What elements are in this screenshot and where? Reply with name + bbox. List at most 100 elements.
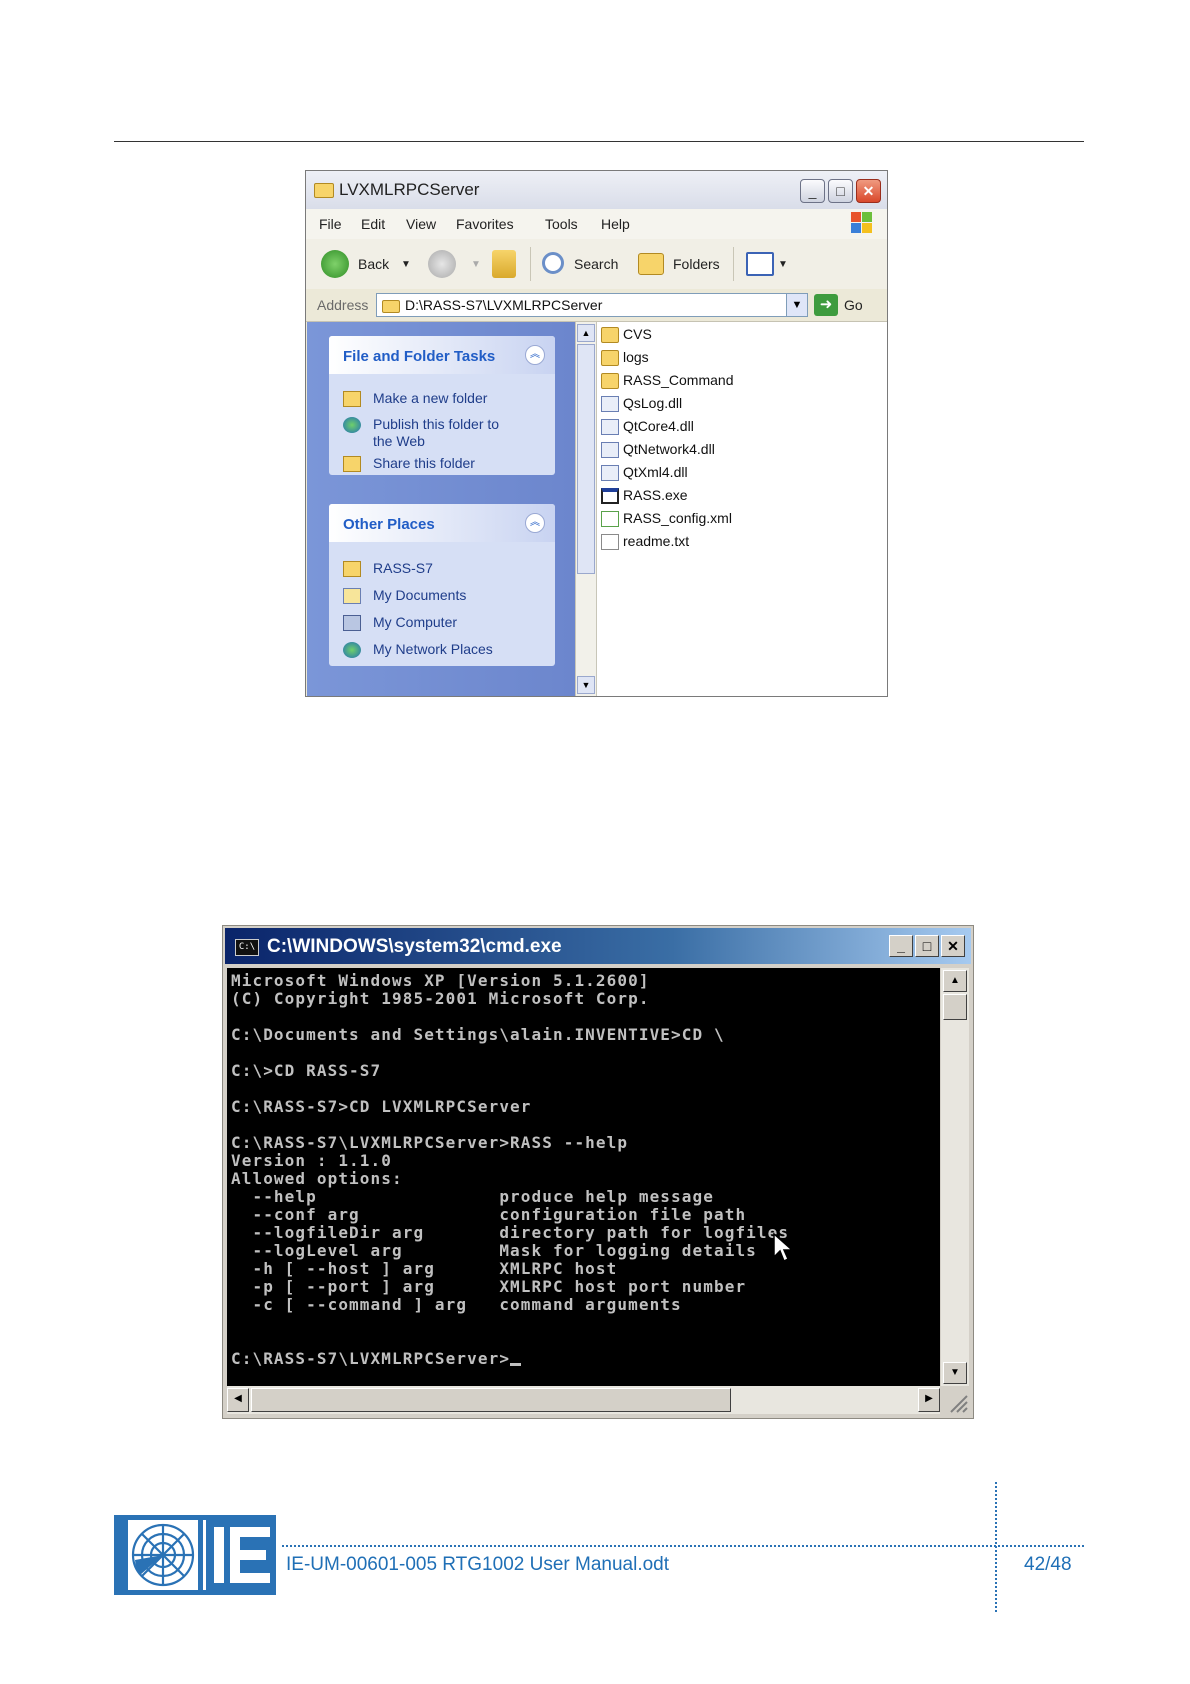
scroll-down-arrow-icon[interactable]: ▼	[577, 676, 595, 694]
file-name: CVS	[623, 326, 652, 342]
address-dropdown-icon[interactable]: ▼	[786, 294, 807, 316]
go-arrow-icon[interactable]: ➜	[814, 294, 838, 316]
file-name: readme.txt	[623, 533, 690, 549]
scroll-up-arrow-icon[interactable]: ▲	[577, 324, 595, 342]
menu-file[interactable]: File	[319, 216, 342, 232]
folder-icon	[382, 300, 400, 313]
console-text: Microsoft Windows XP [Version 5.1.2600] …	[231, 971, 790, 1368]
dll-file-icon	[601, 442, 619, 458]
explorer-window[interactable]: LVXMLRPCServer _ □ ✕ File Edit View Favo…	[305, 170, 888, 697]
console-output[interactable]: Microsoft Windows XP [Version 5.1.2600] …	[227, 968, 940, 1386]
collapse-chevron-icon[interactable]: ︽	[525, 345, 545, 365]
go-button[interactable]: Go	[844, 297, 863, 313]
search-button[interactable]: Search	[574, 256, 618, 272]
forward-arrow-icon[interactable]	[428, 250, 456, 278]
globe-icon	[343, 417, 361, 433]
scroll-thumb[interactable]	[251, 1388, 731, 1412]
folders-icon[interactable]	[638, 253, 664, 275]
address-label: Address	[317, 297, 369, 313]
file-name: logs	[623, 349, 649, 365]
footer-page-number: 42/48	[1024, 1554, 1072, 1575]
toolbar-separator	[733, 247, 734, 281]
folder-icon	[314, 183, 334, 198]
dll-file-icon	[601, 396, 619, 412]
explorer-title-bar[interactable]: LVXMLRPCServer _ □ ✕	[306, 171, 887, 210]
close-button[interactable]: ✕	[941, 935, 965, 957]
place-label: My Computer	[373, 614, 458, 630]
cmd-title: C:\WINDOWS\system32\cmd.exe	[267, 936, 562, 957]
address-bar: Address D:\RASS-S7\LVXMLRPCServer ▼ ➜ Go	[306, 289, 887, 322]
menu-view[interactable]: View	[406, 216, 436, 232]
console-prompt: C:\RASS-S7\LVXMLRPCServer>	[231, 1349, 511, 1368]
back-arrow-icon[interactable]	[321, 250, 349, 278]
address-input[interactable]: D:\RASS-S7\LVXMLRPCServer ▼	[376, 293, 808, 317]
toolbar-separator	[530, 247, 531, 281]
dll-file-icon	[601, 419, 619, 435]
menu-edit[interactable]: Edit	[361, 216, 385, 232]
header-rule	[114, 141, 1084, 142]
folder-icon	[601, 373, 619, 389]
search-icon[interactable]	[542, 252, 564, 274]
resize-grip-icon[interactable]	[941, 1386, 969, 1414]
folder-up-icon[interactable]	[492, 250, 516, 278]
text-file-icon	[601, 534, 619, 550]
cmd-window[interactable]: C:\ C:\WINDOWS\system32\cmd.exe _ □ ✕ Mi…	[222, 925, 974, 1419]
scroll-thumb[interactable]	[943, 994, 967, 1020]
forward-dropdown-icon: ▼	[471, 259, 481, 270]
panel-title: File and Folder Tasks	[343, 348, 496, 365]
views-dropdown-icon[interactable]: ▼	[778, 259, 788, 270]
horizontal-scrollbar[interactable]: ◀ ▶	[227, 1386, 940, 1414]
task-pane: File and Folder Tasks ︽ Make a new folde…	[307, 322, 575, 696]
network-places-icon	[343, 642, 361, 658]
standard-toolbar: Back ▼ ▼ Search Folders ▼	[306, 239, 887, 290]
footer-divider	[282, 1545, 1084, 1547]
place-label: RASS-S7	[373, 560, 433, 576]
file-name: QtXml4.dll	[623, 464, 688, 480]
my-computer-icon	[343, 615, 361, 631]
task-label: Publish this folder to	[373, 416, 500, 432]
scroll-down-arrow-icon[interactable]: ▼	[943, 1362, 967, 1384]
views-icon[interactable]	[746, 252, 774, 276]
vertical-scrollbar[interactable]: ▲ ▼	[941, 968, 969, 1386]
windows-flag-icon	[851, 212, 873, 234]
company-logo	[114, 1515, 276, 1595]
other-places-panel: Other Places ︽ RASS-S7 My Documents My C…	[329, 504, 555, 666]
panel-header[interactable]: Other Places ︽	[329, 504, 555, 542]
exe-file-icon	[601, 488, 619, 504]
cmd-title-bar[interactable]: C:\ C:\WINDOWS\system32\cmd.exe _ □ ✕	[225, 928, 971, 964]
maximize-button[interactable]: □	[915, 935, 939, 957]
folder-icon	[343, 561, 361, 577]
file-list: CVS logs RASS_Command QsLog.dll QtCore4.…	[597, 322, 887, 696]
scroll-up-arrow-icon[interactable]: ▲	[943, 970, 967, 992]
my-documents-icon	[343, 588, 361, 604]
address-value: D:\RASS-S7\LVXMLRPCServer	[405, 297, 603, 313]
minimize-button[interactable]: _	[889, 935, 913, 957]
dll-file-icon	[601, 465, 619, 481]
task-label: the Web	[373, 433, 425, 449]
file-name: RASS.exe	[623, 487, 688, 503]
menu-tools[interactable]: Tools	[545, 216, 578, 232]
scroll-left-arrow-icon[interactable]: ◀	[227, 1388, 249, 1412]
panel-header[interactable]: File and Folder Tasks ︽	[329, 336, 555, 374]
close-button[interactable]: ✕	[856, 179, 881, 203]
minimize-button[interactable]: _	[800, 179, 825, 203]
text-cursor	[510, 1363, 522, 1366]
footer-document-name: IE-UM-00601-005 RTG1002 User Manual.odt	[286, 1554, 670, 1575]
menu-help[interactable]: Help	[601, 216, 630, 232]
scroll-thumb[interactable]	[577, 344, 595, 574]
mouse-pointer-icon	[773, 1233, 793, 1263]
scroll-right-arrow-icon[interactable]: ▶	[918, 1388, 940, 1412]
back-button[interactable]: Back	[358, 256, 389, 272]
place-label: My Network Places	[373, 641, 493, 657]
folders-button[interactable]: Folders	[673, 256, 720, 272]
maximize-button[interactable]: □	[828, 179, 853, 203]
file-name: QsLog.dll	[623, 395, 683, 411]
collapse-chevron-icon[interactable]: ︽	[525, 513, 545, 533]
panel-title: Other Places	[343, 516, 435, 533]
pane-scrollbar[interactable]: ▲ ▼	[575, 322, 597, 696]
place-label: My Documents	[373, 587, 467, 603]
back-dropdown-icon[interactable]: ▼	[401, 259, 411, 270]
new-folder-icon	[343, 391, 361, 407]
menu-favorites[interactable]: Favorites	[456, 216, 514, 232]
file-and-folder-tasks-panel: File and Folder Tasks ︽ Make a new folde…	[329, 336, 555, 475]
